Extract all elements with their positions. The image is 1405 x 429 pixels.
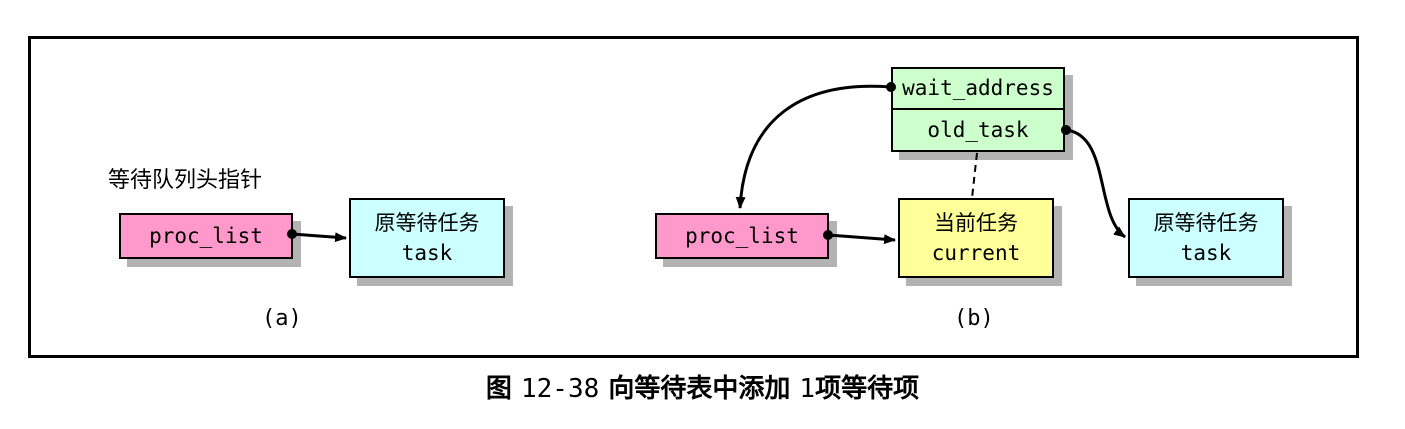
arrow-wait-address-to-proc-list [735,84,892,209]
dashed-link-current [971,152,978,199]
dot-a-proc-list [287,229,297,239]
arrow-b-proc-to-current [827,233,896,245]
connector-layer [287,82,1126,245]
figure-number: 12-38 [520,374,600,404]
dot-b-proc-list [823,230,833,240]
figure-text-a: 向等待表中添加 [608,374,791,404]
arrow-a-proc-to-task [291,232,347,243]
figure-text-b: 项等待项 [815,374,920,404]
dot-wait-address [886,82,896,92]
arrow-old-task-to-task [1065,128,1126,239]
figure-caption: 图 12-38 向等待表中添加 1项等待项 [0,368,1405,405]
dot-old-task [1061,125,1071,135]
figure-count: 1 [799,374,816,404]
figure-prefix: 图 [485,374,512,404]
